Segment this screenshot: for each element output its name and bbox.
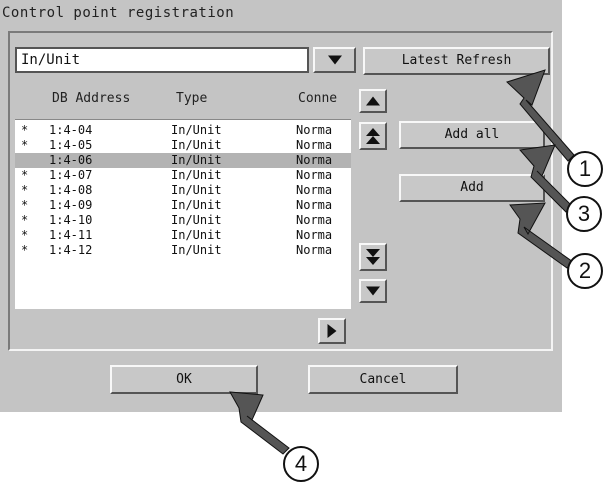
callout-number-3: 3 [566,196,602,232]
callout-number-1: 1 [567,151,603,187]
callout-arrow-4 [229,391,290,455]
annotation-arrows [229,69,575,455]
callout-number-4: 4 [283,446,319,482]
callout-number-2: 2 [567,253,603,289]
callout-arrow-2 [509,202,574,269]
